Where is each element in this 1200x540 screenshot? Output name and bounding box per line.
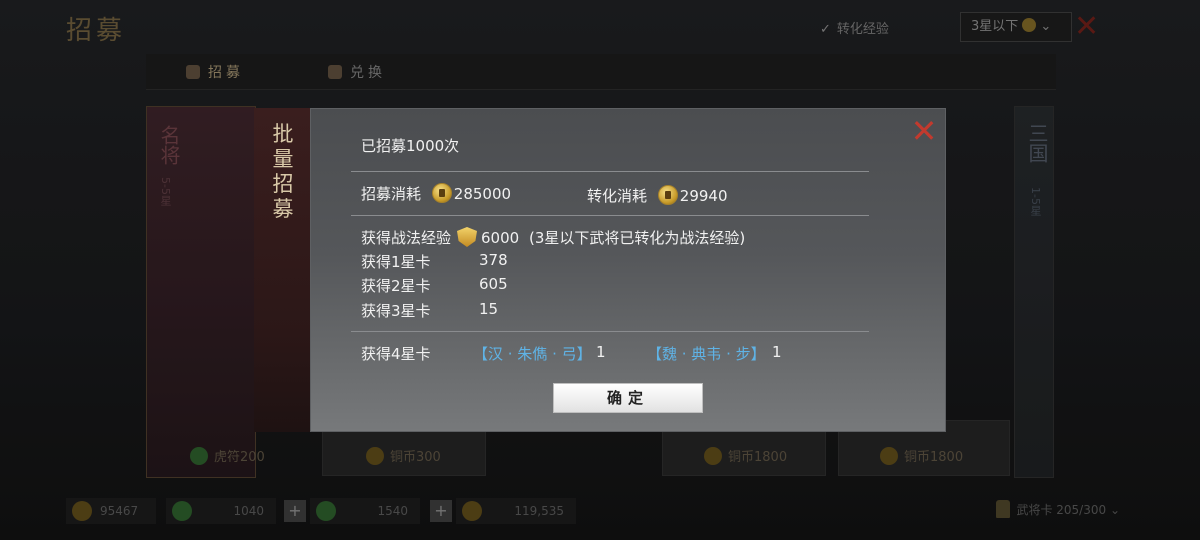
star4-label: 获得4星卡 [361, 345, 431, 363]
convert-cost-label: 转化消耗 [587, 187, 648, 205]
recruit-count-header: 已招募1000次 [361, 137, 460, 155]
star2-value: 605 [479, 275, 508, 293]
exp-label: 获得战法经验 [361, 229, 452, 247]
exp-value: 6000 [481, 229, 520, 247]
star4-card-link[interactable]: 【汉 · 朱儁 · 弓】 [473, 343, 592, 364]
recruit-cost-value: 285000 [453, 185, 512, 203]
recruit-cost-row: 招募消耗 285000 [361, 183, 511, 204]
star3-label: 获得3星卡 [361, 302, 431, 320]
exp-value-row: 6000 [457, 227, 519, 247]
divider [351, 215, 869, 216]
star1-label: 获得1星卡 [361, 253, 431, 271]
convert-cost-row: 转化消耗 29940 [587, 185, 728, 206]
confirm-button[interactable]: 确定 [553, 383, 703, 413]
close-x-icon[interactable]: ✕ [907, 115, 941, 149]
star1-value: 378 [479, 251, 508, 269]
star4-card-count: 1 [772, 343, 782, 361]
star4-card-link[interactable]: 【魏 · 典韦 · 步】 [647, 343, 766, 364]
copper-coin-icon [657, 185, 678, 205]
star2-label: 获得2星卡 [361, 277, 431, 295]
banner-title: 批量招募 [272, 122, 294, 221]
star3-value: 15 [479, 300, 499, 318]
divider [351, 171, 869, 172]
batch-recruit-banner: 批量招募 [254, 108, 312, 432]
star4-card-count: 1 [596, 343, 606, 361]
copper-coin-icon [431, 183, 452, 203]
divider [351, 331, 869, 332]
recruit-cost-label: 招募消耗 [361, 185, 422, 203]
convert-cost-value: 29940 [679, 187, 728, 205]
batch-recruit-result-dialog: ✕ 已招募1000次 招募消耗 285000 转化消耗 29940 获得战法经验… [310, 108, 946, 432]
exp-note: (3星以下武将已转化为战法经验) [529, 229, 746, 247]
exp-medal-icon [457, 227, 477, 247]
